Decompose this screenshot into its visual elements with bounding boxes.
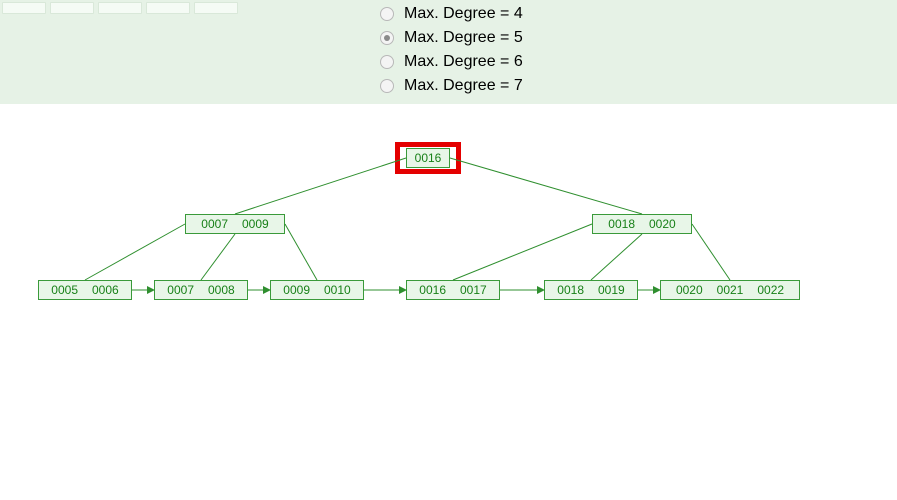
- degree-label: Max. Degree = 5: [404, 29, 523, 47]
- key: 0006: [92, 283, 119, 297]
- degree-option-4[interactable]: Max. Degree = 4: [380, 2, 897, 26]
- key: 0016: [415, 151, 442, 165]
- key: 0009: [283, 283, 310, 297]
- tree-node-root[interactable]: 0016: [406, 148, 450, 168]
- degree-option-6[interactable]: Max. Degree = 6: [380, 50, 897, 74]
- key: 0018: [557, 283, 584, 297]
- control-panel: Max. Degree = 4 Max. Degree = 5 Max. Deg…: [0, 0, 897, 104]
- toolbar-button[interactable]: [146, 2, 190, 14]
- toolbar-button[interactable]: [98, 2, 142, 14]
- degree-label: Max. Degree = 6: [404, 53, 523, 71]
- key: 0019: [598, 283, 625, 297]
- key: 0005: [51, 283, 78, 297]
- toolbar-button[interactable]: [2, 2, 46, 14]
- bplus-tree-diagram: 0016 0007 0009 0018 0020 0005 0006 0007 …: [0, 104, 897, 484]
- key: 0010: [324, 283, 351, 297]
- degree-option-7[interactable]: Max. Degree = 7: [380, 74, 897, 98]
- key: 0021: [717, 283, 744, 297]
- key: 0018: [608, 217, 635, 231]
- key: 0016: [419, 283, 446, 297]
- key: 0020: [649, 217, 676, 231]
- toolbar-placeholder: [0, 0, 240, 16]
- toolbar-button[interactable]: [194, 2, 238, 14]
- key: 0007: [167, 283, 194, 297]
- tree-node-leaf[interactable]: 0005 0006: [38, 280, 132, 300]
- tree-node-leaf[interactable]: 0016 0017: [406, 280, 500, 300]
- degree-option-5[interactable]: Max. Degree = 5: [380, 26, 897, 50]
- tree-node-internal[interactable]: 0018 0020: [592, 214, 692, 234]
- radio-icon: [380, 31, 394, 45]
- key: 0020: [676, 283, 703, 297]
- radio-icon: [380, 7, 394, 21]
- tree-node-leaf[interactable]: 0020 0021 0022: [660, 280, 800, 300]
- degree-radio-group: Max. Degree = 4 Max. Degree = 5 Max. Deg…: [380, 2, 897, 98]
- tree-node-leaf[interactable]: 0007 0008: [154, 280, 248, 300]
- radio-icon: [380, 55, 394, 69]
- key: 0022: [757, 283, 784, 297]
- tree-node-leaf[interactable]: 0018 0019: [544, 280, 638, 300]
- tree-node-internal[interactable]: 0007 0009: [185, 214, 285, 234]
- radio-icon: [380, 79, 394, 93]
- degree-label: Max. Degree = 7: [404, 77, 523, 95]
- key: 0008: [208, 283, 235, 297]
- key: 0017: [460, 283, 487, 297]
- key: 0007: [201, 217, 228, 231]
- key: 0009: [242, 217, 269, 231]
- degree-label: Max. Degree = 4: [404, 5, 523, 23]
- tree-node-leaf[interactable]: 0009 0010: [270, 280, 364, 300]
- toolbar-button[interactable]: [50, 2, 94, 14]
